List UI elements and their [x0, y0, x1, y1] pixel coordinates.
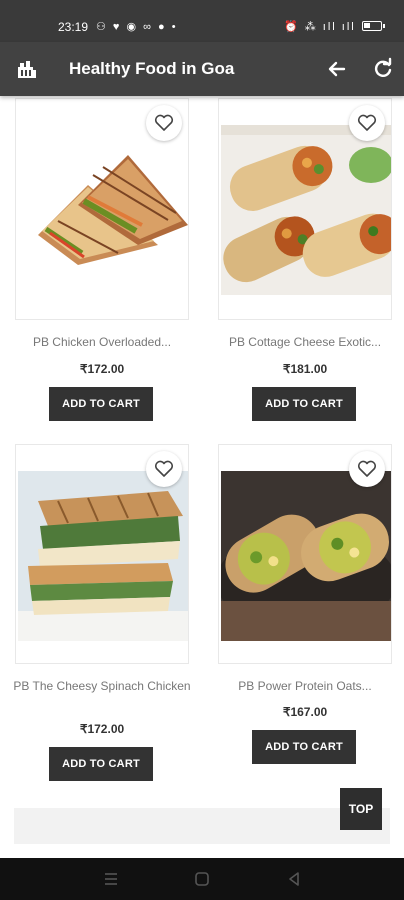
system-navigation-bar	[0, 858, 404, 900]
battery-icon	[362, 21, 385, 31]
add-to-cart-button[interactable]: ADD TO CART	[49, 747, 153, 781]
wrap-roll-image[interactable]	[221, 125, 391, 295]
add-to-cart-button[interactable]: ADD TO CART	[252, 387, 356, 421]
scroll-to-top-button[interactable]: TOP	[340, 788, 382, 830]
product-image-frame[interactable]	[218, 98, 392, 320]
product-price: ₹181.00	[282, 362, 328, 376]
next-row-placeholder	[14, 808, 390, 844]
product-grid: PB Chicken Overloaded... ₹172.00 ADD TO …	[0, 96, 404, 858]
app-bar: Healthy Food in Goa	[0, 42, 404, 96]
home-icon[interactable]	[193, 870, 211, 888]
heart-icon	[154, 114, 174, 131]
status-time: 23:19	[58, 20, 89, 34]
product-name[interactable]: PB Cottage Cheese Exotic...	[212, 334, 398, 351]
wishlist-button[interactable]	[146, 451, 182, 487]
page-title: Healthy Food in Goa	[69, 59, 235, 78]
product-price: ₹172.00	[79, 362, 125, 376]
recent-apps-icon[interactable]	[102, 870, 120, 888]
back-arrow-icon[interactable]	[324, 56, 350, 82]
refresh-icon[interactable]	[370, 56, 396, 82]
heart-icon	[357, 460, 377, 477]
heart-icon	[154, 460, 174, 477]
wishlist-button[interactable]	[349, 105, 385, 141]
sandwich-image[interactable]	[18, 125, 188, 295]
add-to-cart-button[interactable]: ADD TO CART	[49, 387, 153, 421]
spinach-sandwich-image[interactable]	[18, 471, 188, 641]
product-name[interactable]: PB The Cheesy Spinach Chicken	[9, 678, 195, 695]
status-bar: 23:19 ⚇ ♥ ◉ ∞ ● • ⏰ ⁂ ıll ıll	[0, 0, 404, 42]
product-name[interactable]: PB Chicken Overloaded...	[9, 334, 195, 351]
product-image-frame[interactable]	[15, 98, 189, 320]
product-image-frame[interactable]	[218, 444, 392, 664]
product-price: ₹167.00	[282, 705, 328, 719]
notification-icons: ⚇ ♥ ◉ ∞ ● •	[96, 21, 178, 33]
add-to-cart-button[interactable]: ADD TO CART	[252, 730, 356, 764]
system-status-icons: ⏰ ⁂ ıll ıll	[284, 21, 356, 33]
product-price: ₹172.00	[79, 722, 125, 736]
oats-wrap-image[interactable]	[221, 471, 391, 641]
restaurant-logo-icon[interactable]	[16, 58, 38, 80]
back-nav-icon[interactable]	[285, 870, 303, 888]
product-image-frame[interactable]	[15, 444, 189, 664]
wishlist-button[interactable]	[146, 105, 182, 141]
product-name[interactable]: PB Power Protein Oats...	[212, 678, 398, 695]
wishlist-button[interactable]	[349, 451, 385, 487]
heart-icon	[357, 114, 377, 131]
